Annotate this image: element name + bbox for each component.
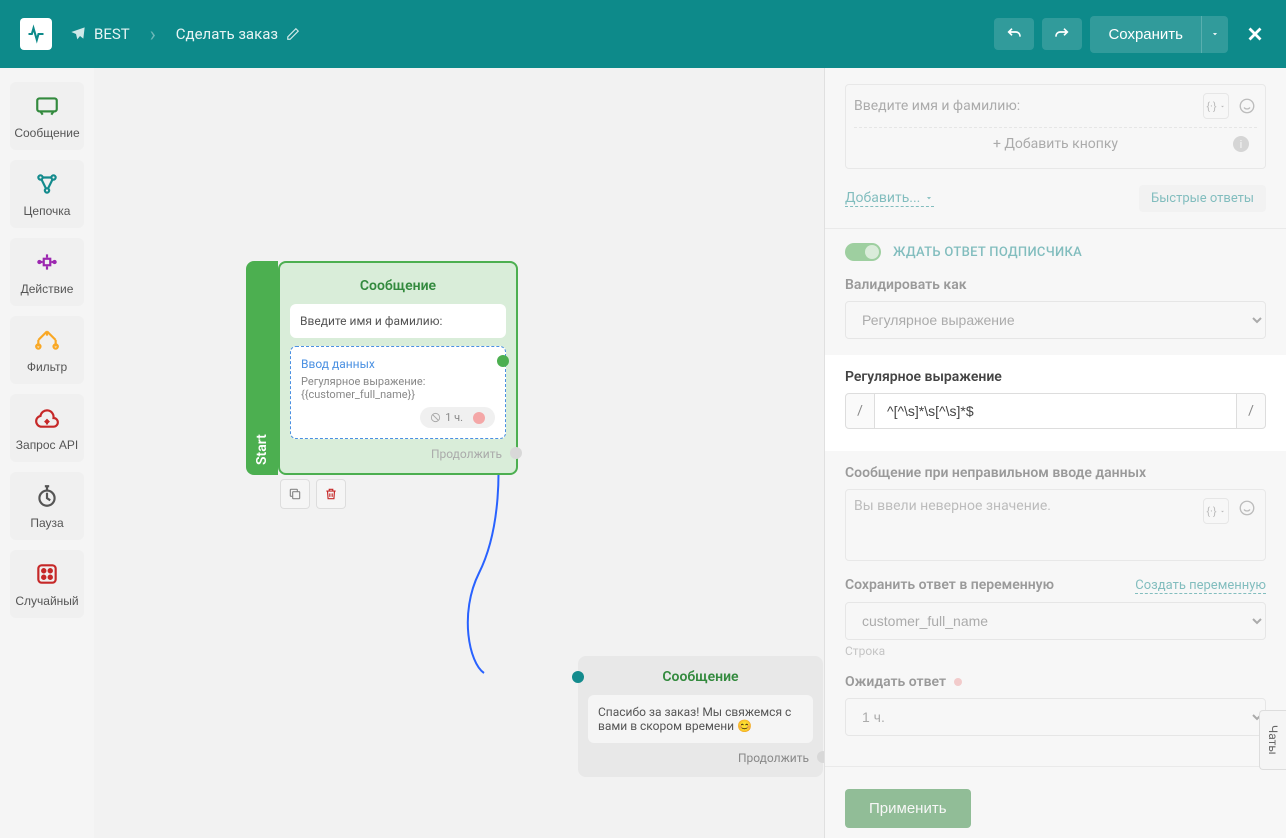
regex-slash-right: / — [1236, 393, 1266, 429]
breadcrumb-separator: › — [150, 22, 156, 46]
regex-input-row: / / — [845, 393, 1266, 429]
error-message-label: Сообщение при неправильном вводе данных — [845, 465, 1266, 481]
add-dropdown-link[interactable]: Добавить... — [845, 190, 934, 207]
tool-chain[interactable]: Цепочка — [10, 160, 84, 228]
emoji-button[interactable] — [1237, 96, 1257, 116]
node-message-1[interactable]: Сообщение Введите имя и фамилию: Ввод да… — [278, 261, 518, 475]
create-variable-link[interactable]: Создать переменную — [1135, 578, 1266, 594]
regex-label: Регулярное выражение — [845, 369, 1266, 385]
tool-filter[interactable]: Фильтр — [10, 316, 84, 384]
redo-button[interactable] — [1042, 18, 1082, 50]
breadcrumb-bot[interactable]: BEST — [70, 25, 130, 43]
info-icon[interactable]: i — [1233, 136, 1249, 152]
action-icon — [33, 248, 61, 276]
cloud-icon — [33, 404, 61, 432]
node-message-2[interactable]: Сообщение Спасибо за заказ! Мы свяжемся … — [578, 656, 823, 777]
error-message-value: Вы ввели неверное значение. — [854, 498, 1203, 552]
app-logo[interactable] — [20, 18, 52, 50]
connector-out-green[interactable] — [497, 355, 509, 367]
data-input-title: Ввод данных — [301, 357, 495, 371]
apply-button[interactable]: Применить — [845, 789, 971, 828]
add-button-row[interactable]: + Добавить кнопку i — [854, 127, 1257, 160]
tool-api[interactable]: Запрос API — [10, 394, 84, 462]
node-message-text: Спасибо за заказ! Мы свяжемся с вами в с… — [588, 695, 813, 743]
flow-canvas[interactable]: Start Сообщение Введите имя и фамилию: В… — [94, 68, 824, 838]
stopwatch-icon — [33, 482, 61, 510]
properties-panel: Введите имя и фамилию: {·} + Добавить кн… — [824, 68, 1286, 838]
connector-continue[interactable] — [510, 447, 522, 459]
save-dropdown-button[interactable] — [1201, 16, 1228, 53]
node-copy-button[interactable] — [280, 479, 310, 509]
node-title: Сообщение — [588, 666, 813, 695]
regex-slash-left: / — [845, 393, 875, 429]
connector-out-timeout[interactable] — [473, 412, 485, 424]
tool-action[interactable]: Действие — [10, 238, 84, 306]
dice-icon — [33, 560, 61, 588]
bot-name: BEST — [94, 25, 130, 43]
node-message-text: Введите имя и фамилию: — [290, 304, 506, 338]
save-var-label: Сохранить ответ в переменную — [845, 577, 1054, 593]
validate-as-label: Валидировать как — [845, 277, 1266, 293]
telegram-icon — [70, 26, 86, 42]
tool-message[interactable]: Сообщение — [10, 82, 84, 150]
element-toolbar: Сообщение Цепочка Действие Фильтр Запрос… — [0, 68, 94, 838]
emoji-button[interactable] — [1237, 498, 1257, 518]
chain-icon — [33, 170, 61, 198]
node-actions — [280, 479, 346, 509]
tool-random[interactable]: Случайный — [10, 550, 84, 618]
header-actions: Сохранить — [994, 16, 1266, 53]
timeout-indicator-dot — [954, 678, 962, 686]
save-button[interactable]: Сохранить — [1090, 16, 1201, 53]
close-button[interactable] — [1244, 23, 1266, 45]
node-continue-label[interactable]: Продолжить — [588, 743, 813, 767]
chats-tab[interactable]: Чаты — [1259, 710, 1286, 770]
edit-icon[interactable] — [286, 27, 300, 41]
data-input-subtitle: Регулярное выражение: — [301, 375, 495, 388]
node-title: Сообщение — [290, 273, 506, 304]
node-delete-button[interactable] — [316, 479, 346, 509]
insert-variable-button[interactable]: {·} — [1203, 498, 1229, 524]
wait-reply-toggle-row: ЖДАТЬ ОТВЕТ ПОДПИСЧИКА — [845, 243, 1266, 261]
breadcrumb-page[interactable]: Сделать заказ — [176, 25, 300, 43]
wait-reply-label: ЖДАТЬ ОТВЕТ ПОДПИСЧИКА — [893, 245, 1082, 260]
add-quick-row: Добавить... Быстрые ответы — [845, 185, 1266, 212]
data-input-variable: {{customer_full_name}} — [301, 388, 495, 401]
flow-node-start[interactable]: Start Сообщение Введите имя и фамилию: В… — [246, 261, 518, 475]
validate-as-select[interactable]: Регулярное выражение — [845, 301, 1266, 339]
insert-variable-button[interactable]: {·} — [1203, 93, 1229, 119]
tool-pause[interactable]: Пауза — [10, 472, 84, 540]
wait-answer-label: Ожидать ответ — [845, 674, 946, 690]
node-timer-badge: 1 ч. — [420, 407, 495, 428]
save-variable-select[interactable]: customer_full_name — [845, 602, 1266, 640]
quick-replies-link[interactable]: Быстрые ответы — [1139, 185, 1266, 212]
error-message-box[interactable]: Вы ввели неверное значение. {·} — [845, 489, 1266, 561]
breadcrumb: BEST › Сделать заказ — [70, 22, 300, 46]
message-text-box: Введите имя и фамилию: {·} + Добавить кн… — [845, 84, 1266, 169]
page-name: Сделать заказ — [176, 25, 278, 43]
undo-button[interactable] — [994, 18, 1034, 50]
start-tag: Start — [246, 261, 278, 475]
variable-type-label: Строка — [845, 644, 1266, 658]
regex-input[interactable] — [875, 393, 1236, 429]
wait-reply-toggle[interactable] — [845, 243, 881, 261]
app-header: BEST › Сделать заказ Сохранить — [0, 0, 1286, 68]
node-data-input-block[interactable]: Ввод данных Регулярное выражение: {{cust… — [290, 346, 506, 439]
filter-icon — [33, 326, 61, 354]
wait-answer-select[interactable]: 1 ч. — [845, 698, 1266, 736]
message-icon — [33, 92, 61, 120]
node-continue-label[interactable]: Продолжить — [290, 439, 506, 463]
connector-in[interactable] — [572, 671, 584, 683]
message-text-value[interactable]: Введите имя и фамилию: — [854, 98, 1203, 114]
